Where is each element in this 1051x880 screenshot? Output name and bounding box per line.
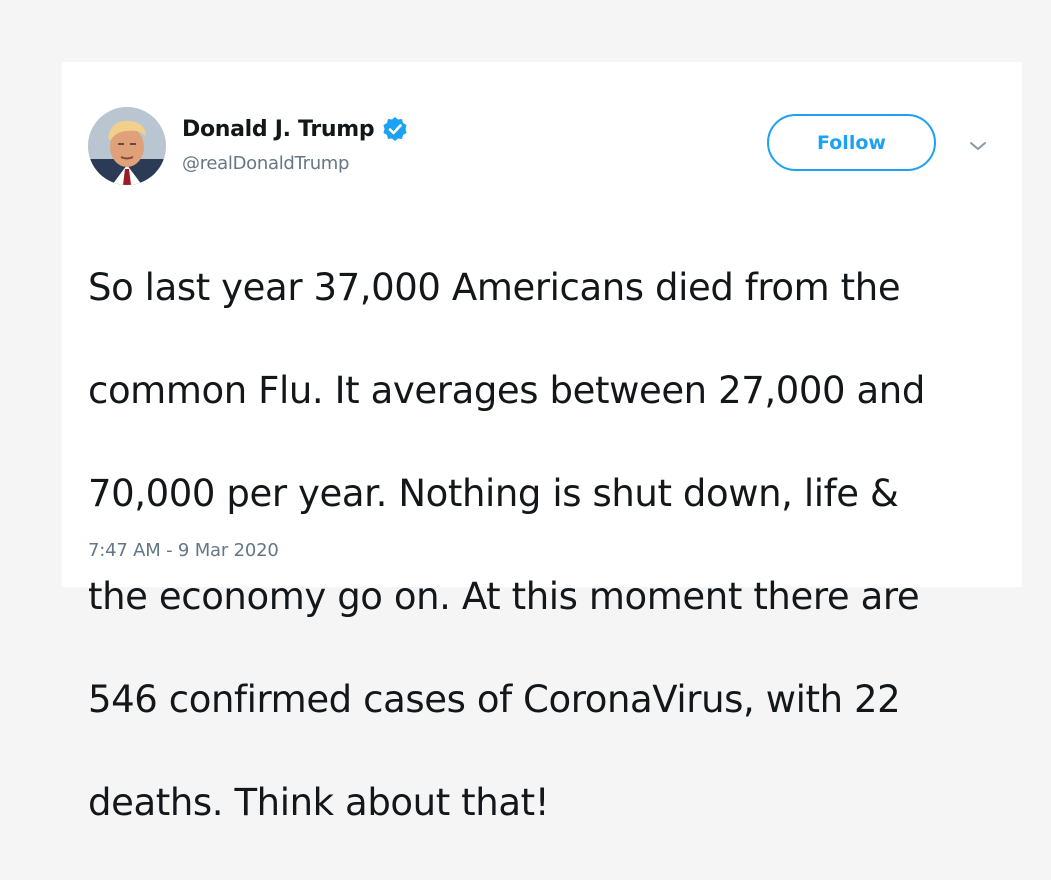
avatar-portrait-icon — [88, 107, 166, 185]
screenshot-frame: Donald J. Trump @realDonaldTrump Follow … — [0, 0, 1051, 824]
author-handle[interactable]: @realDonaldTrump — [182, 153, 349, 174]
tweet-text-line: the economy go on. At this moment there … — [88, 574, 920, 618]
chevron-down-icon[interactable] — [967, 137, 989, 155]
follow-button[interactable]: Follow — [767, 114, 936, 171]
author-name[interactable]: Donald J. Trump — [182, 117, 375, 142]
tweet-text-line: common Flu. It averages between 27,000 a… — [88, 368, 925, 412]
tweet-text-line: 70,000 per year. Nothing is shut down, l… — [88, 471, 899, 515]
verified-badge-icon — [383, 117, 407, 141]
avatar[interactable] — [88, 107, 166, 185]
tweet-timestamp[interactable]: 7:47 AM - 9 Mar 2020 — [88, 540, 279, 561]
author-name-row: Donald J. Trump — [182, 112, 408, 146]
tweet-text-line: 546 confirmed cases of CoronaVirus, with… — [88, 677, 901, 721]
tweet-text-line: deaths. Think about that! — [88, 780, 550, 824]
tweet-text-line: So last year 37,000 Americans died from … — [88, 265, 901, 309]
